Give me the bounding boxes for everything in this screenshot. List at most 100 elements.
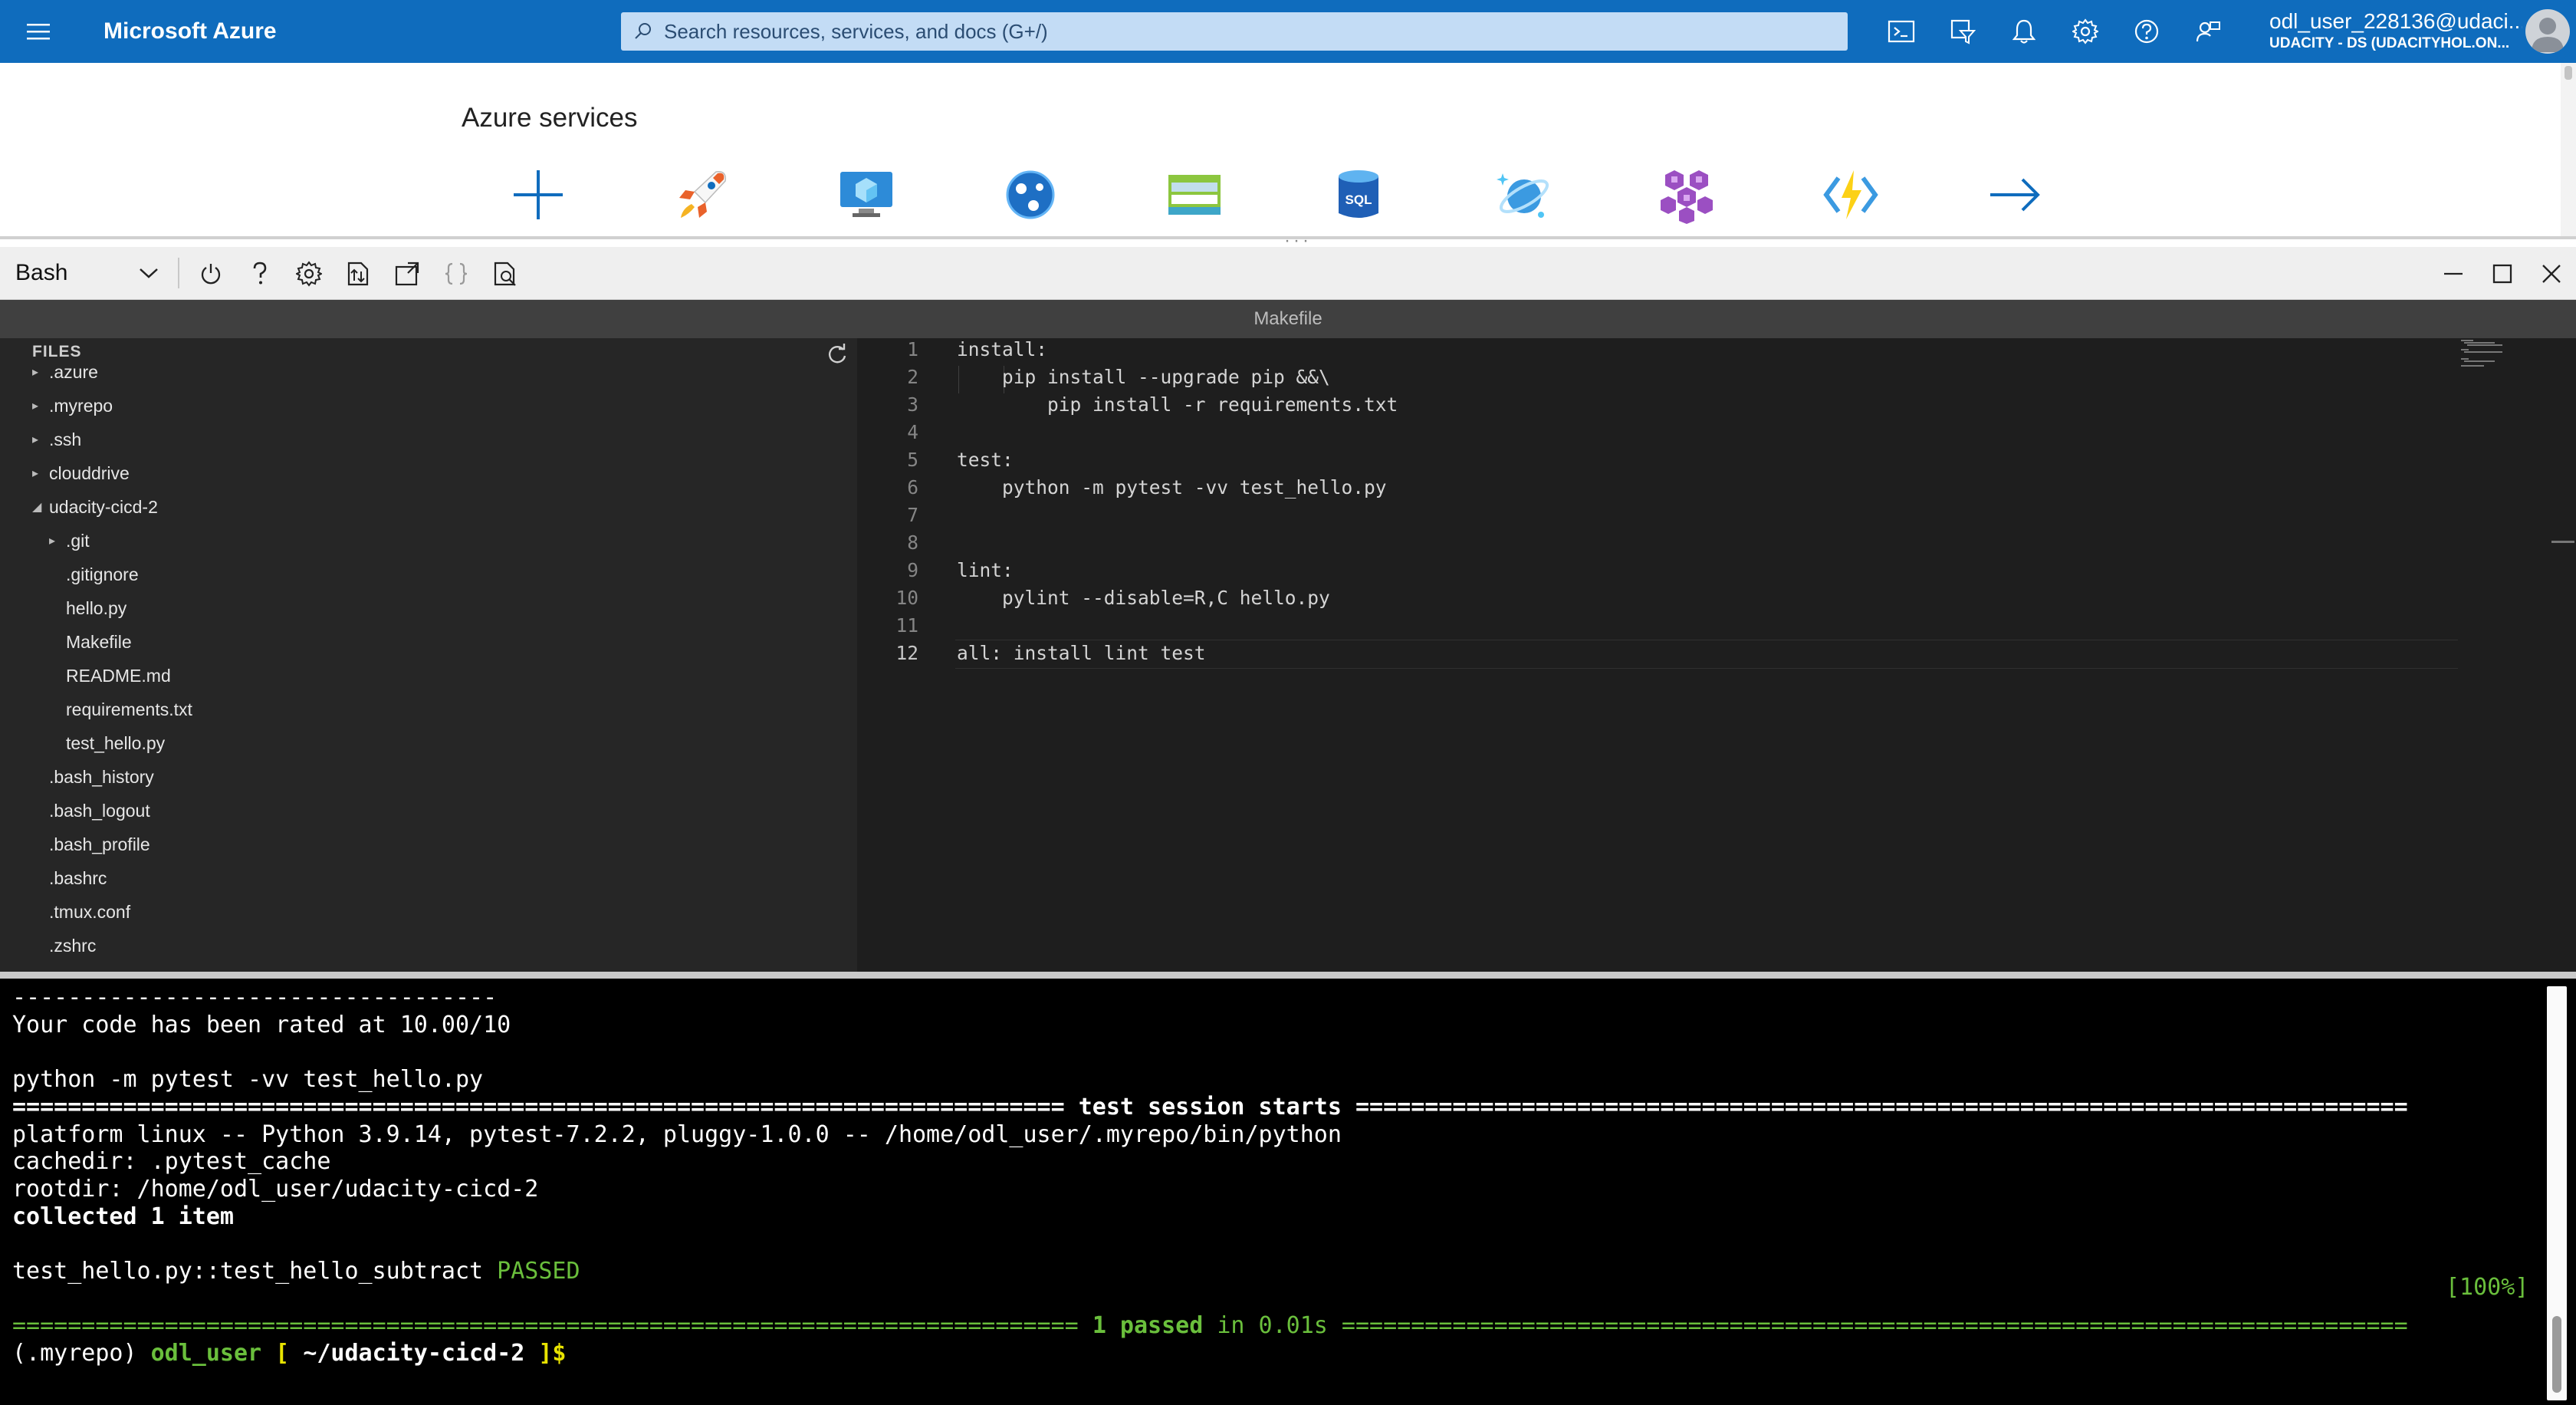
test-progress: [100%] xyxy=(2446,1274,2529,1301)
file-tree-item[interactable]: ▸ clouddrive xyxy=(32,456,130,490)
file-tree-item[interactable]: .gitignore xyxy=(49,558,139,591)
file-tree-item[interactable]: .bash_logout xyxy=(32,794,150,828)
storage-accounts-button[interactable] xyxy=(1164,164,1225,225)
collapsed-arrow-icon[interactable]: ▸ xyxy=(49,533,66,548)
refresh-files-button[interactable] xyxy=(825,343,849,367)
restart-power-icon xyxy=(201,264,221,285)
cloud-shell-button[interactable] xyxy=(1871,0,1932,63)
open-new-session-button[interactable] xyxy=(391,258,423,290)
account-info[interactable]: odl_user_228136@udaci... UDACITY - DS (U… xyxy=(2269,9,2522,54)
terminal-text: collected 1 item xyxy=(12,1203,234,1230)
quickstart-center-button[interactable] xyxy=(672,164,733,225)
file-tree-item[interactable]: requirements.txt xyxy=(49,693,192,726)
editor-minimap[interactable] xyxy=(2458,338,2576,972)
line-number: 8 xyxy=(907,531,918,554)
file-tree-item[interactable]: test_hello.py xyxy=(49,726,165,760)
code-line: 12 all: install lint test xyxy=(857,642,2467,670)
terminal-text: (.myrepo) xyxy=(12,1340,151,1367)
notifications-button[interactable] xyxy=(1993,0,2055,63)
file-tree-item[interactable]: .tmux.conf xyxy=(32,895,130,929)
help-icon xyxy=(253,262,267,285)
panel-splitter[interactable] xyxy=(0,972,2576,979)
restart-shell-button[interactable] xyxy=(195,258,227,290)
code-line: 1 install: xyxy=(857,338,2467,366)
file-tree-item[interactable]: Makefile xyxy=(49,625,132,659)
file-tree-label: requirements.txt xyxy=(66,699,192,719)
feedback-icon xyxy=(2196,21,2220,42)
terminal-line: ----------------------------------- xyxy=(12,983,2542,1012)
file-tree-label: hello.py xyxy=(66,597,127,618)
app-services-button[interactable] xyxy=(1000,164,1061,225)
code-line: 3 pip install -r requirements.txt xyxy=(857,393,2467,421)
code-editor[interactable]: 1 install: 2 pip install --upgrade pip &&\… xyxy=(857,338,2576,972)
toolbar-divider xyxy=(178,258,179,288)
minimize-icon xyxy=(2444,272,2463,275)
virtual-machines-button[interactable] xyxy=(836,164,897,225)
portal-menu-button[interactable] xyxy=(0,0,77,63)
cosmos-db-button[interactable] xyxy=(1492,164,1553,225)
avatar[interactable] xyxy=(2525,9,2570,54)
shell-settings-button[interactable] xyxy=(293,258,325,290)
collapsed-arrow-icon[interactable]: ▸ xyxy=(32,466,49,481)
file-tree-item[interactable]: README.md xyxy=(49,659,171,693)
global-search-input[interactable] xyxy=(662,18,1815,44)
sql-databases-button[interactable]: SQL xyxy=(1328,164,1389,225)
global-search-box[interactable] xyxy=(621,12,1848,51)
terminal-scrollbar[interactable] xyxy=(2547,986,2567,1400)
shell-help-button[interactable] xyxy=(244,258,276,290)
file-tree-label: .bash_profile xyxy=(49,834,150,854)
directory-filter-button[interactable] xyxy=(1932,0,1993,63)
file-tree-item[interactable]: hello.py xyxy=(49,591,127,625)
file-tree-item[interactable]: .bash_profile xyxy=(32,828,150,861)
file-tree-item[interactable]: ▸ .ssh xyxy=(32,423,81,456)
line-number: 6 xyxy=(907,476,918,498)
editor-scrollbar-marker xyxy=(2551,541,2574,543)
file-tree-label: Makefile xyxy=(66,631,132,652)
file-tree-label: .tmux.conf xyxy=(49,901,131,922)
file-tree-label: clouddrive xyxy=(49,462,130,483)
help-button[interactable] xyxy=(2116,0,2177,63)
shell-type-select[interactable]: Bash xyxy=(15,256,169,290)
create-resource-button[interactable] xyxy=(508,164,569,225)
file-tree-item[interactable]: ▸ .myrepo xyxy=(32,389,113,423)
close-icon xyxy=(2542,265,2561,283)
terminal-text: ========================================… xyxy=(12,1093,1079,1120)
web-preview-button[interactable] xyxy=(489,258,521,290)
settings-button[interactable] xyxy=(2055,0,2116,63)
page-scrollbar[interactable] xyxy=(2561,63,2576,239)
kubernetes-services-button[interactable] xyxy=(1656,164,1717,225)
upload-download-button[interactable] xyxy=(342,258,374,290)
terminal[interactable]: ----------------------------------- Your … xyxy=(0,979,2576,1405)
portal-brand-title[interactable]: Microsoft Azure xyxy=(104,18,518,44)
more-services-button[interactable] xyxy=(1984,164,2045,225)
file-tree-item[interactable]: .bash_history xyxy=(32,760,154,794)
file-tree-item[interactable]: ◢ udacity-cicd-2 xyxy=(32,490,158,524)
collapsed-arrow-icon[interactable]: ▸ xyxy=(32,364,49,380)
web-preview-icon xyxy=(494,262,516,286)
file-tree-item[interactable]: .bashrc xyxy=(32,861,107,895)
terminal-text: [ xyxy=(261,1340,304,1367)
file-tree-label: .bash_history xyxy=(49,766,154,787)
maximize-icon xyxy=(2492,264,2512,284)
file-tree-item[interactable]: ▸ .git xyxy=(49,524,90,558)
refresh-icon xyxy=(829,344,846,364)
line-number: 1 xyxy=(907,338,918,360)
file-tree-item[interactable]: .zshrc xyxy=(32,929,96,962)
maximize-button[interactable] xyxy=(2486,258,2519,290)
terminal-line: platform linux -- Python 3.9.14, pytest-… xyxy=(12,1120,2542,1150)
page-scrollbar-thumb[interactable] xyxy=(2564,66,2572,80)
collapsed-arrow-icon[interactable]: ▸ xyxy=(32,432,49,447)
minimize-button[interactable] xyxy=(2436,258,2470,290)
close-button[interactable] xyxy=(2535,258,2568,290)
function-app-icon xyxy=(1823,170,1878,219)
function-app-button[interactable] xyxy=(1820,164,1881,225)
terminal-line: collected 1 item xyxy=(12,1203,2542,1232)
expanded-arrow-icon[interactable]: ◢ xyxy=(32,499,49,515)
app-services-globe-icon xyxy=(1006,170,1055,219)
collapsed-arrow-icon[interactable]: ▸ xyxy=(32,398,49,413)
editor-toggle-button[interactable] xyxy=(440,258,472,290)
line-number: 2 xyxy=(907,366,918,388)
feedback-button[interactable] xyxy=(2177,0,2239,63)
terminal-scrollbar-thumb[interactable] xyxy=(2552,1316,2561,1393)
file-tree-item[interactable]: ▸ .azure xyxy=(32,355,98,389)
